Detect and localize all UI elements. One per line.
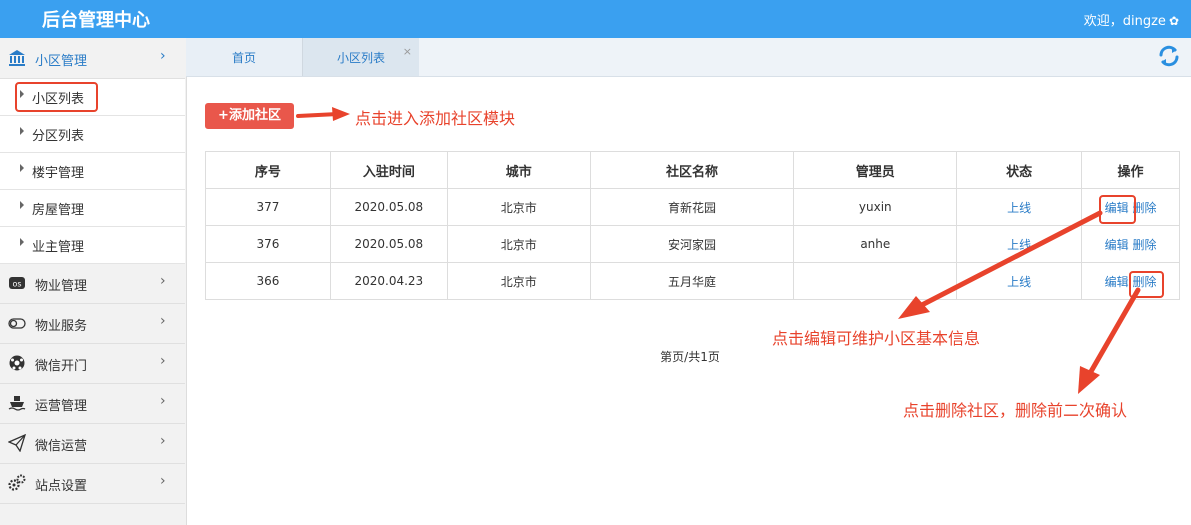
tab-home[interactable]: 首页	[186, 38, 303, 76]
cell-status: 上线	[956, 225, 1083, 263]
caret-right-icon	[20, 164, 24, 172]
column-header: 操作	[1081, 151, 1180, 189]
chevron-right-icon: ›	[160, 273, 166, 289]
delete-link[interactable]: 删除	[1132, 201, 1156, 215]
sidebar-menu-operation[interactable]: 运营管理 ›	[0, 383, 185, 424]
top-bar: 后台管理中心 欢迎，dingze ✿	[0, 0, 1191, 38]
tab-label: 小区列表	[336, 51, 385, 65]
cell-city: 北京市	[446, 225, 591, 263]
welcome-text: 欢迎，dingze	[1083, 14, 1166, 29]
sidebar-menu-property[interactable]: os 物业管理 ›	[0, 263, 185, 304]
close-icon[interactable]: ×	[403, 32, 412, 72]
cell-admin	[793, 262, 958, 300]
os-icon: os	[9, 277, 25, 289]
table-row: 366 2020.04.23 北京市 五月华庭 上线 编辑 删除	[205, 262, 1180, 300]
cell-date: 2020.05.08	[329, 188, 448, 226]
cell-name: 安河家园	[589, 225, 795, 263]
refresh-icon[interactable]	[1157, 44, 1181, 68]
chevron-right-icon: ›	[160, 393, 166, 409]
sub-item-label: 分区列表	[32, 129, 85, 144]
sidebar-menu-service[interactable]: 物业服务 ›	[0, 303, 185, 344]
ship-icon	[8, 396, 26, 411]
caret-right-icon	[20, 127, 24, 135]
column-header: 管理员	[793, 151, 958, 189]
chevron-right-icon: ›	[160, 473, 166, 489]
user-welcome[interactable]: 欢迎，dingze ✿	[1084, 10, 1179, 29]
menu-label: 微信运营	[35, 439, 88, 454]
status-link[interactable]: 上线	[1007, 201, 1031, 215]
cell-id: 366	[205, 262, 331, 300]
cell-id: 376	[205, 225, 331, 263]
sub-item-label: 业主管理	[32, 240, 85, 255]
sidebar-menu-wechat-op[interactable]: 微信运营 ›	[0, 423, 185, 464]
gear-icon[interactable]: ✿	[1169, 14, 1179, 28]
sub-item-label: 楼宇管理	[32, 166, 85, 181]
annotation-edit: 点击编辑可维护小区基本信息	[772, 329, 981, 348]
app-title: 后台管理中心	[42, 10, 150, 31]
cogs-icon	[8, 474, 26, 491]
table-row: 377 2020.05.08 北京市 育新花园 yuxin 上线 编辑 删除	[205, 188, 1180, 226]
add-community-button[interactable]: +添加社区	[205, 103, 294, 129]
menu-label: 物业管理	[35, 279, 88, 294]
paper-plane-icon	[8, 434, 26, 452]
cell-date: 2020.04.23	[329, 262, 448, 300]
toggle-icon	[8, 318, 26, 329]
sidebar-item-house[interactable]: 房屋管理	[0, 190, 185, 227]
menu-label: 物业服务	[35, 319, 88, 334]
status-link[interactable]: 上线	[1007, 238, 1031, 252]
column-header: 入驻时间	[329, 151, 448, 189]
column-header: 序号	[205, 151, 331, 189]
table-row: 376 2020.05.08 北京市 安河家园 anhe 上线 编辑 删除	[205, 225, 1180, 263]
cell-status: 上线	[956, 262, 1083, 300]
status-link[interactable]: 上线	[1007, 275, 1031, 289]
caret-right-icon	[20, 238, 24, 246]
cell-actions: 编辑 删除	[1081, 225, 1180, 263]
highlight-box	[1099, 195, 1136, 224]
highlight-box	[1129, 271, 1164, 298]
cell-admin: yuxin	[793, 188, 958, 226]
sidebar-item-building[interactable]: 楼宇管理	[0, 153, 185, 190]
sub-item-label: 房屋管理	[32, 203, 85, 218]
column-header: 城市	[446, 151, 591, 189]
menu-label: 运营管理	[35, 399, 88, 414]
table-header-row: 序号 入驻时间 城市 社区名称 管理员 状态 操作	[205, 151, 1180, 189]
menu-label: 小区管理	[35, 54, 88, 69]
menu-label: 站点设置	[35, 479, 88, 494]
sidebar-menu-site-settings[interactable]: 站点设置 ›	[0, 463, 185, 504]
cell-admin: anhe	[793, 225, 958, 263]
annotation-add: 点击进入添加社区模块	[355, 109, 516, 128]
sidebar-item-zone-list[interactable]: 分区列表	[0, 116, 185, 153]
highlight-box	[15, 82, 98, 112]
sidebar-item-owner[interactable]: 业主管理	[0, 227, 185, 264]
column-header: 状态	[956, 151, 1083, 189]
caret-right-icon	[20, 201, 24, 209]
cell-status: 上线	[956, 188, 1083, 226]
pagination-text: 第页/共1页	[660, 350, 720, 364]
cell-city: 北京市	[446, 188, 591, 226]
cell-name: 五月华庭	[589, 262, 795, 300]
cell-date: 2020.05.08	[329, 225, 448, 263]
sidebar-menu-community[interactable]: 小区管理 ›	[0, 38, 185, 79]
cell-name: 育新花园	[589, 188, 795, 226]
delete-link[interactable]: 删除	[1132, 238, 1156, 252]
tab-community-list[interactable]: 小区列表 ×	[303, 38, 419, 76]
cell-city: 北京市	[446, 262, 591, 300]
svg-text:os: os	[12, 280, 21, 289]
chevron-right-icon: ›	[160, 48, 166, 64]
annotation-delete: 点击删除社区，删除前二次确认	[903, 401, 1128, 420]
chevron-right-icon: ›	[160, 313, 166, 329]
edit-link[interactable]: 编辑	[1105, 238, 1129, 252]
column-header: 社区名称	[589, 151, 795, 189]
chevron-right-icon: ›	[160, 433, 166, 449]
bank-icon	[9, 50, 25, 66]
edit-link[interactable]: 编辑	[1105, 275, 1129, 289]
cell-id: 377	[205, 188, 331, 226]
community-table: 序号 入驻时间 城市 社区名称 管理员 状态 操作 377 2020.05.08…	[205, 151, 1180, 300]
tab-bar: 首页 小区列表 ×	[186, 38, 1191, 77]
